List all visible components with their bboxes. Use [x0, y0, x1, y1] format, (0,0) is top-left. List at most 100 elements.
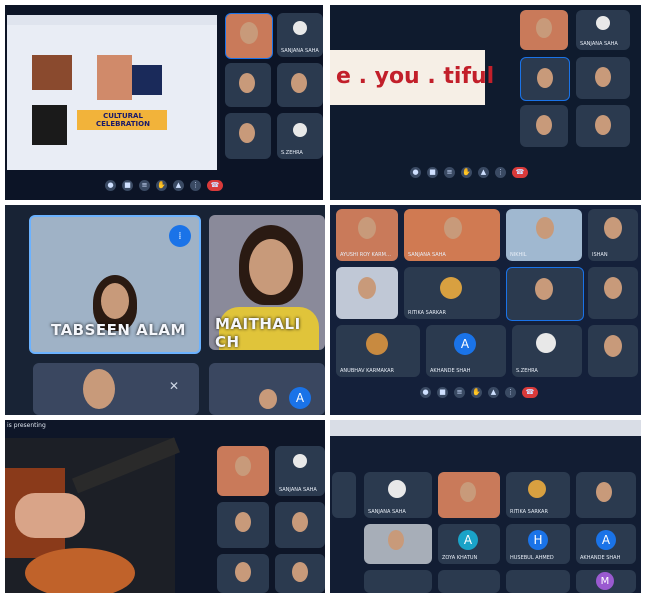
photo-panel-bottom-right: SANJANA SAHA RITIKA SARKAR A ZOYA KHATUN …: [330, 420, 641, 593]
photo-panel-bottom-left: is presenting SANJANA SAHA: [5, 420, 325, 593]
shared-presentation: CULTURAL CELEBRATION: [7, 15, 217, 170]
participant-name: SANJANA SAHA: [281, 48, 319, 54]
participant-tile: A ZOYA KHATUN: [438, 524, 500, 564]
present-icon[interactable]: ▲: [173, 179, 184, 191]
participant-name: RITIKA SARKAR: [408, 310, 446, 316]
avatar: H: [528, 530, 548, 550]
mic-icon[interactable]: ●: [105, 179, 116, 191]
avatar: [440, 277, 462, 299]
captions-icon[interactable]: ≡: [139, 179, 150, 191]
captions-icon[interactable]: ≡: [444, 166, 455, 178]
end-call-button[interactable]: ☎: [512, 166, 528, 178]
avatar: A: [596, 530, 616, 550]
participant-tile: A AKHANDE SHAH: [576, 524, 636, 564]
participant-tile: S.ZEHRA: [512, 325, 582, 377]
participant-name: ANUBHAV KARMAKAR: [340, 368, 395, 374]
participant-tile: [364, 524, 432, 564]
participant-tile: [576, 57, 630, 99]
photo-panel-top-left: CULTURAL CELEBRATION SANJANA SAHA S.ZEHR…: [5, 5, 323, 200]
participant-tile: [438, 570, 500, 593]
participant-tile: SANJANA SAHA: [275, 446, 325, 496]
mic-off-icon: ✕: [168, 379, 179, 393]
participant-tile: [277, 63, 323, 107]
participant-tile: [336, 267, 398, 319]
participant-tile: [217, 446, 269, 496]
participant-name: MAITHALI CH: [215, 315, 301, 350]
participant-tile: AYUSHI ROY KARMAKAR: [336, 209, 398, 261]
raise-hand-icon[interactable]: ✋: [471, 386, 482, 398]
participant-tile: [520, 105, 568, 147]
avatar: [528, 480, 546, 498]
avatar: [388, 480, 406, 498]
participant-name: AKHANDE SHAH: [580, 555, 621, 561]
participant-tile-speaking: ⁞ TABSEEN ALAM: [29, 215, 201, 354]
more-options-icon[interactable]: ⋮: [495, 166, 506, 178]
participant-tile: A: [209, 363, 325, 415]
participant-name: SANJANA SAHA: [368, 509, 406, 515]
present-icon[interactable]: ▲: [488, 386, 499, 398]
end-call-button[interactable]: ☎: [207, 179, 223, 191]
participant-tile: ANUBHAV KARMAKAR: [336, 325, 420, 377]
participant-tile: [364, 570, 432, 593]
more-options-icon[interactable]: ⋮: [505, 386, 516, 398]
participant-tile: [438, 472, 500, 518]
participant-name: S.ZEHRA: [281, 150, 303, 156]
participant-tile: M: [576, 570, 636, 593]
participant-tile: [576, 105, 630, 147]
call-controls: ● ■ ≡ ✋ ▲ ⋮ ☎: [420, 385, 538, 399]
participant-tile: MAITHALI CH: [209, 215, 325, 350]
participant-name: ZOYA KHATUN: [442, 555, 478, 561]
participant-tile: SANJANA SAHA: [277, 13, 323, 57]
participant-tile: RITIKA SARKAR: [404, 267, 500, 319]
participant-tile: [275, 554, 325, 593]
participant-tile: ✕: [33, 363, 199, 415]
participant-tile: RITIKA SARKAR: [506, 472, 570, 518]
avatar: A: [458, 530, 478, 550]
avatar: A: [454, 333, 476, 355]
participant-tile: [275, 502, 325, 548]
participant-tile: A AKHANDE SHAH: [426, 325, 506, 377]
participant-name: RITIKA SARKAR: [510, 509, 548, 515]
raise-hand-icon[interactable]: ✋: [461, 166, 472, 178]
participant-tile: [225, 13, 273, 59]
participant-tile: S.ZEHRA: [277, 113, 323, 159]
participant-name: TABSEEN ALAM: [51, 321, 186, 339]
shared-screen-guitar: [5, 437, 180, 593]
mic-icon[interactable]: ●: [410, 166, 421, 178]
avatar: [293, 21, 307, 35]
browser-tabs-strip: [330, 420, 641, 436]
call-controls: ● ■ ≡ ✋ ▲ ⋮ ☎: [105, 178, 223, 192]
participant-tile: [520, 10, 568, 50]
participant-tile: [217, 502, 269, 548]
participant-tile: [225, 63, 271, 107]
participant-tile: [506, 570, 570, 593]
participant-name: SANJANA SAHA: [279, 487, 317, 493]
participant-tile: ISHAN: [588, 209, 638, 261]
photo-panel-middle-right: AYUSHI ROY KARMAKAR SANJANA SAHA NIKHIL …: [330, 205, 641, 415]
participant-tile: SANJANA SAHA: [364, 472, 432, 518]
end-call-button[interactable]: ☎: [522, 386, 538, 398]
participant-tile: [588, 325, 638, 377]
participant-name: SANJANA SAHA: [408, 252, 446, 258]
raise-hand-icon[interactable]: ✋: [156, 179, 167, 191]
avatar: [596, 16, 610, 30]
participant-tile: H HUSEBUL AHMED: [506, 524, 570, 564]
more-options-icon[interactable]: ⋮: [190, 179, 201, 191]
photo-panel-top-right: e . you . tiful SANJANA SAHA ● ■ ≡ ✋ ▲ ⋮…: [330, 5, 641, 200]
participant-tile: [588, 267, 638, 319]
participant-name: ISHAN: [592, 252, 608, 258]
camera-icon[interactable]: ■: [437, 386, 448, 398]
participant-tile: [520, 57, 570, 101]
participant-tile: SANJANA SAHA: [576, 10, 630, 50]
mic-icon[interactable]: ●: [420, 386, 431, 398]
present-icon[interactable]: ▲: [478, 166, 489, 178]
participant-tile: SANJANA SAHA: [404, 209, 500, 261]
camera-icon[interactable]: ■: [427, 166, 438, 178]
call-controls: ● ■ ≡ ✋ ▲ ⋮ ☎: [410, 165, 528, 179]
avatar: [293, 454, 307, 468]
speaking-indicator-icon: ⁞: [169, 225, 191, 247]
camera-icon[interactable]: ■: [122, 179, 133, 191]
avatar: M: [596, 572, 614, 590]
participant-name: AYUSHI ROY KARMAKAR: [340, 252, 394, 258]
captions-icon[interactable]: ≡: [454, 386, 465, 398]
